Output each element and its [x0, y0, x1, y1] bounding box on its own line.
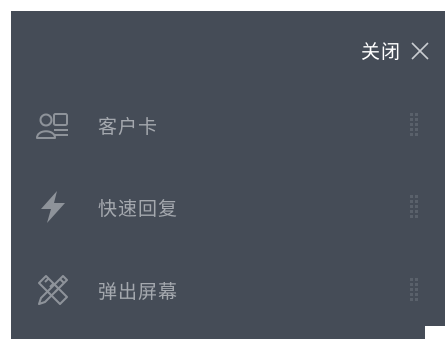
- customer-card-icon: [36, 113, 68, 139]
- menu-item-label: 客户卡: [98, 115, 159, 138]
- lightning-icon: [41, 191, 65, 223]
- menu-item-label: 弹出屏幕: [98, 280, 179, 303]
- menu-item-customer-card[interactable]: 客户卡: [11, 95, 445, 155]
- side-panel: 关闭 客户卡 快速回复 弹出屏幕: [11, 11, 445, 339]
- menu-item-quick-reply[interactable]: 快速回复: [11, 177, 445, 237]
- menu-item-popup-screen[interactable]: 弹出屏幕: [11, 260, 445, 320]
- close-label: 关闭: [360, 41, 401, 63]
- corner-strip: [425, 326, 445, 339]
- pencil-ruler-icon: [38, 275, 68, 305]
- drag-handle-icon[interactable]: [409, 112, 419, 138]
- menu-item-label: 快速回复: [98, 197, 179, 220]
- drag-handle-icon[interactable]: [409, 194, 419, 220]
- close-icon: [411, 41, 429, 60]
- close-button[interactable]: 关闭: [361, 37, 431, 64]
- drag-handle-icon[interactable]: [409, 277, 419, 303]
